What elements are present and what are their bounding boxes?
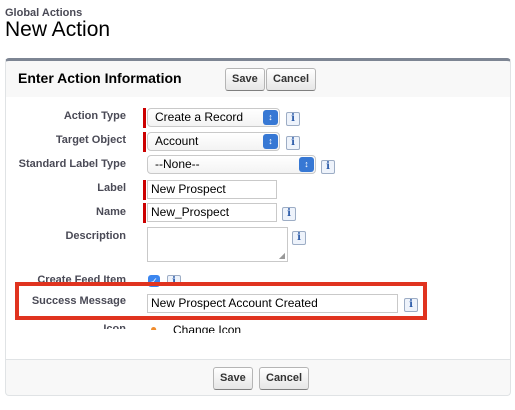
section-title: Enter Action Information [18, 70, 182, 86]
standard-label-type-select[interactable]: --None-- ↕ [147, 155, 316, 174]
icon-field-label: Icon [103, 323, 126, 329]
info-icon[interactable]: i [404, 298, 418, 312]
info-icon[interactable]: i [286, 136, 300, 150]
target-object-value: Account [155, 134, 199, 148]
page-title: New Action [5, 18, 111, 41]
info-icon[interactable]: i [292, 231, 306, 245]
action-icon: ● [150, 323, 158, 330]
success-message-input[interactable]: New Prospect Account Created [147, 294, 398, 313]
required-indicator [143, 132, 146, 152]
footer-divider [6, 359, 510, 360]
label-field-label: Label [97, 182, 126, 194]
change-icon-link[interactable]: Change Icon [173, 323, 241, 333]
action-type-label: Action Type [63, 110, 126, 122]
action-type-value: Create a Record [155, 110, 244, 124]
standard-label-type-label: Standard Label Type [18, 158, 126, 170]
required-indicator [143, 180, 146, 200]
description-textarea[interactable]: ◢ [147, 227, 288, 262]
required-indicator [143, 203, 146, 223]
action-type-select[interactable]: Create a Record ↕ [147, 108, 280, 127]
save-button-top[interactable]: Save [225, 68, 265, 91]
info-icon[interactable]: i [286, 112, 300, 126]
save-button-bottom[interactable]: Save [213, 367, 253, 390]
info-icon[interactable]: i [321, 160, 335, 174]
select-arrows-icon: ↕ [263, 110, 278, 125]
resize-handle-icon[interactable]: ◢ [279, 252, 285, 260]
description-label: Description [65, 230, 126, 242]
cancel-button-bottom[interactable]: Cancel [259, 367, 310, 390]
select-arrows-icon: ↕ [263, 134, 278, 149]
name-field-label: Name [96, 206, 126, 218]
standard-label-type-value: --None-- [155, 157, 200, 171]
info-icon[interactable]: i [282, 207, 296, 221]
success-message-label: Success Message [31, 295, 126, 307]
target-object-label: Target Object [55, 134, 126, 146]
label-input[interactable]: New Prospect [147, 180, 277, 199]
target-object-select[interactable]: Account ↕ [147, 132, 280, 151]
name-input[interactable]: New_Prospect [147, 203, 277, 222]
required-indicator [143, 108, 146, 128]
select-arrows-icon: ↕ [299, 157, 314, 172]
cancel-button-top[interactable]: Cancel [266, 68, 317, 91]
